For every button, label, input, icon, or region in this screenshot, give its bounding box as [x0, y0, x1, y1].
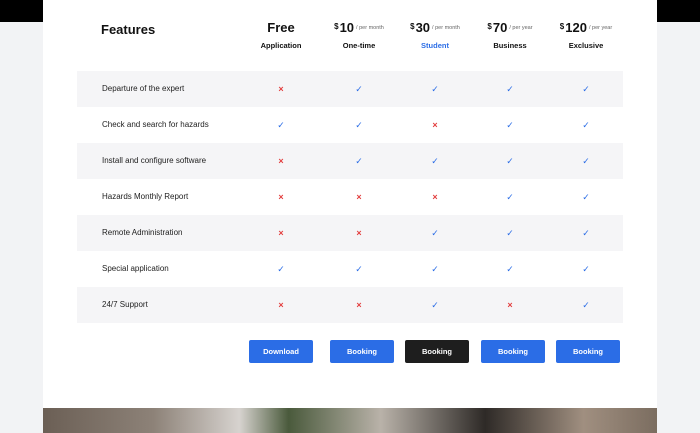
check-icon: ✓	[582, 84, 590, 94]
plan-price: $10/ per month	[334, 20, 384, 35]
check-icon: ✓	[431, 300, 439, 310]
table-row: Departure of the expert × ✓ ✓ ✓ ✓	[77, 71, 623, 107]
feature-label: Install and configure software	[102, 156, 207, 165]
check-icon: ✓	[355, 264, 363, 274]
check-icon: ✓	[277, 264, 285, 274]
feature-label: Special application	[102, 264, 169, 273]
cross-icon: ×	[432, 120, 438, 130]
table-row: Special application ✓ ✓ ✓ ✓ ✓	[77, 251, 623, 287]
cross-icon: ×	[278, 300, 284, 310]
table-row: Hazards Monthly Report × × × ✓ ✓	[77, 179, 623, 215]
check-icon: ✓	[582, 300, 590, 310]
check-icon: ✓	[506, 264, 514, 274]
check-icon: ✓	[431, 264, 439, 274]
plan-name: Application	[260, 41, 302, 50]
check-icon: ✓	[355, 84, 363, 94]
check-icon: ✓	[506, 156, 514, 166]
table-row: Remote Administration × × ✓ ✓ ✓	[77, 215, 623, 251]
plan-price: $70/ per year	[487, 20, 533, 35]
booking-button-business[interactable]: Booking	[481, 340, 545, 363]
booking-button-one-time[interactable]: Booking	[330, 340, 394, 363]
plan-header-student: $30/ per month Student	[397, 20, 473, 50]
features-title: Features	[101, 22, 156, 37]
cross-icon: ×	[278, 228, 284, 238]
check-icon: ✓	[582, 264, 590, 274]
table-row: Install and configure software × ✓ ✓ ✓ ✓	[77, 143, 623, 179]
cross-icon: ×	[356, 228, 362, 238]
cross-icon: ×	[356, 192, 362, 202]
check-icon: ✓	[277, 120, 285, 130]
table-row: 24/7 Support × × ✓ × ✓	[77, 287, 623, 323]
cross-icon: ×	[278, 156, 284, 166]
booking-button-exclusive[interactable]: Booking	[556, 340, 620, 363]
feature-label: Remote Administration	[102, 228, 183, 237]
check-icon: ✓	[506, 192, 514, 202]
check-icon: ✓	[355, 120, 363, 130]
plan-name: One-time	[342, 41, 376, 50]
cross-icon: ×	[278, 192, 284, 202]
check-icon: ✓	[506, 228, 514, 238]
plan-header-exclusive: $120/ per year Exclusive	[548, 20, 624, 50]
plan-name: Student	[421, 41, 449, 50]
plan-name: Exclusive	[568, 41, 604, 50]
check-icon: ✓	[431, 228, 439, 238]
check-icon: ✓	[582, 120, 590, 130]
plan-header-business: $70/ per year Business	[472, 20, 548, 50]
features-table: Departure of the expert × ✓ ✓ ✓ ✓ Check and se…	[77, 71, 623, 323]
check-icon: ✓	[582, 156, 590, 166]
plan-price: $120/ per year	[559, 20, 613, 35]
cross-icon: ×	[278, 84, 284, 94]
cross-icon: ×	[356, 300, 362, 310]
check-icon: ✓	[582, 192, 590, 202]
check-icon: ✓	[506, 84, 514, 94]
table-row: Check and search for hazards ✓ ✓ × ✓ ✓	[77, 107, 623, 143]
check-icon: ✓	[431, 84, 439, 94]
check-icon: ✓	[506, 120, 514, 130]
background-photo	[43, 408, 657, 433]
check-icon: ✓	[355, 156, 363, 166]
plan-header-one-time: $10/ per month One-time	[321, 20, 397, 50]
plan-header-application: Free Application	[243, 20, 319, 50]
plan-price: $30/ per month	[410, 20, 460, 35]
feature-label: Check and search for hazards	[102, 120, 209, 129]
check-icon: ✓	[582, 228, 590, 238]
feature-label: Departure of the expert	[102, 84, 185, 93]
pricing-header: Features Free Application $10/ per month…	[77, 0, 623, 70]
cross-icon: ×	[507, 300, 513, 310]
booking-button-student[interactable]: Booking	[405, 340, 469, 363]
check-icon: ✓	[431, 156, 439, 166]
feature-label: 24/7 Support	[102, 300, 148, 309]
cross-icon: ×	[432, 192, 438, 202]
plan-price: Free	[267, 20, 295, 35]
plan-name: Business	[493, 41, 527, 50]
download-button[interactable]: Download	[249, 340, 313, 363]
feature-label: Hazards Monthly Report	[102, 192, 189, 201]
